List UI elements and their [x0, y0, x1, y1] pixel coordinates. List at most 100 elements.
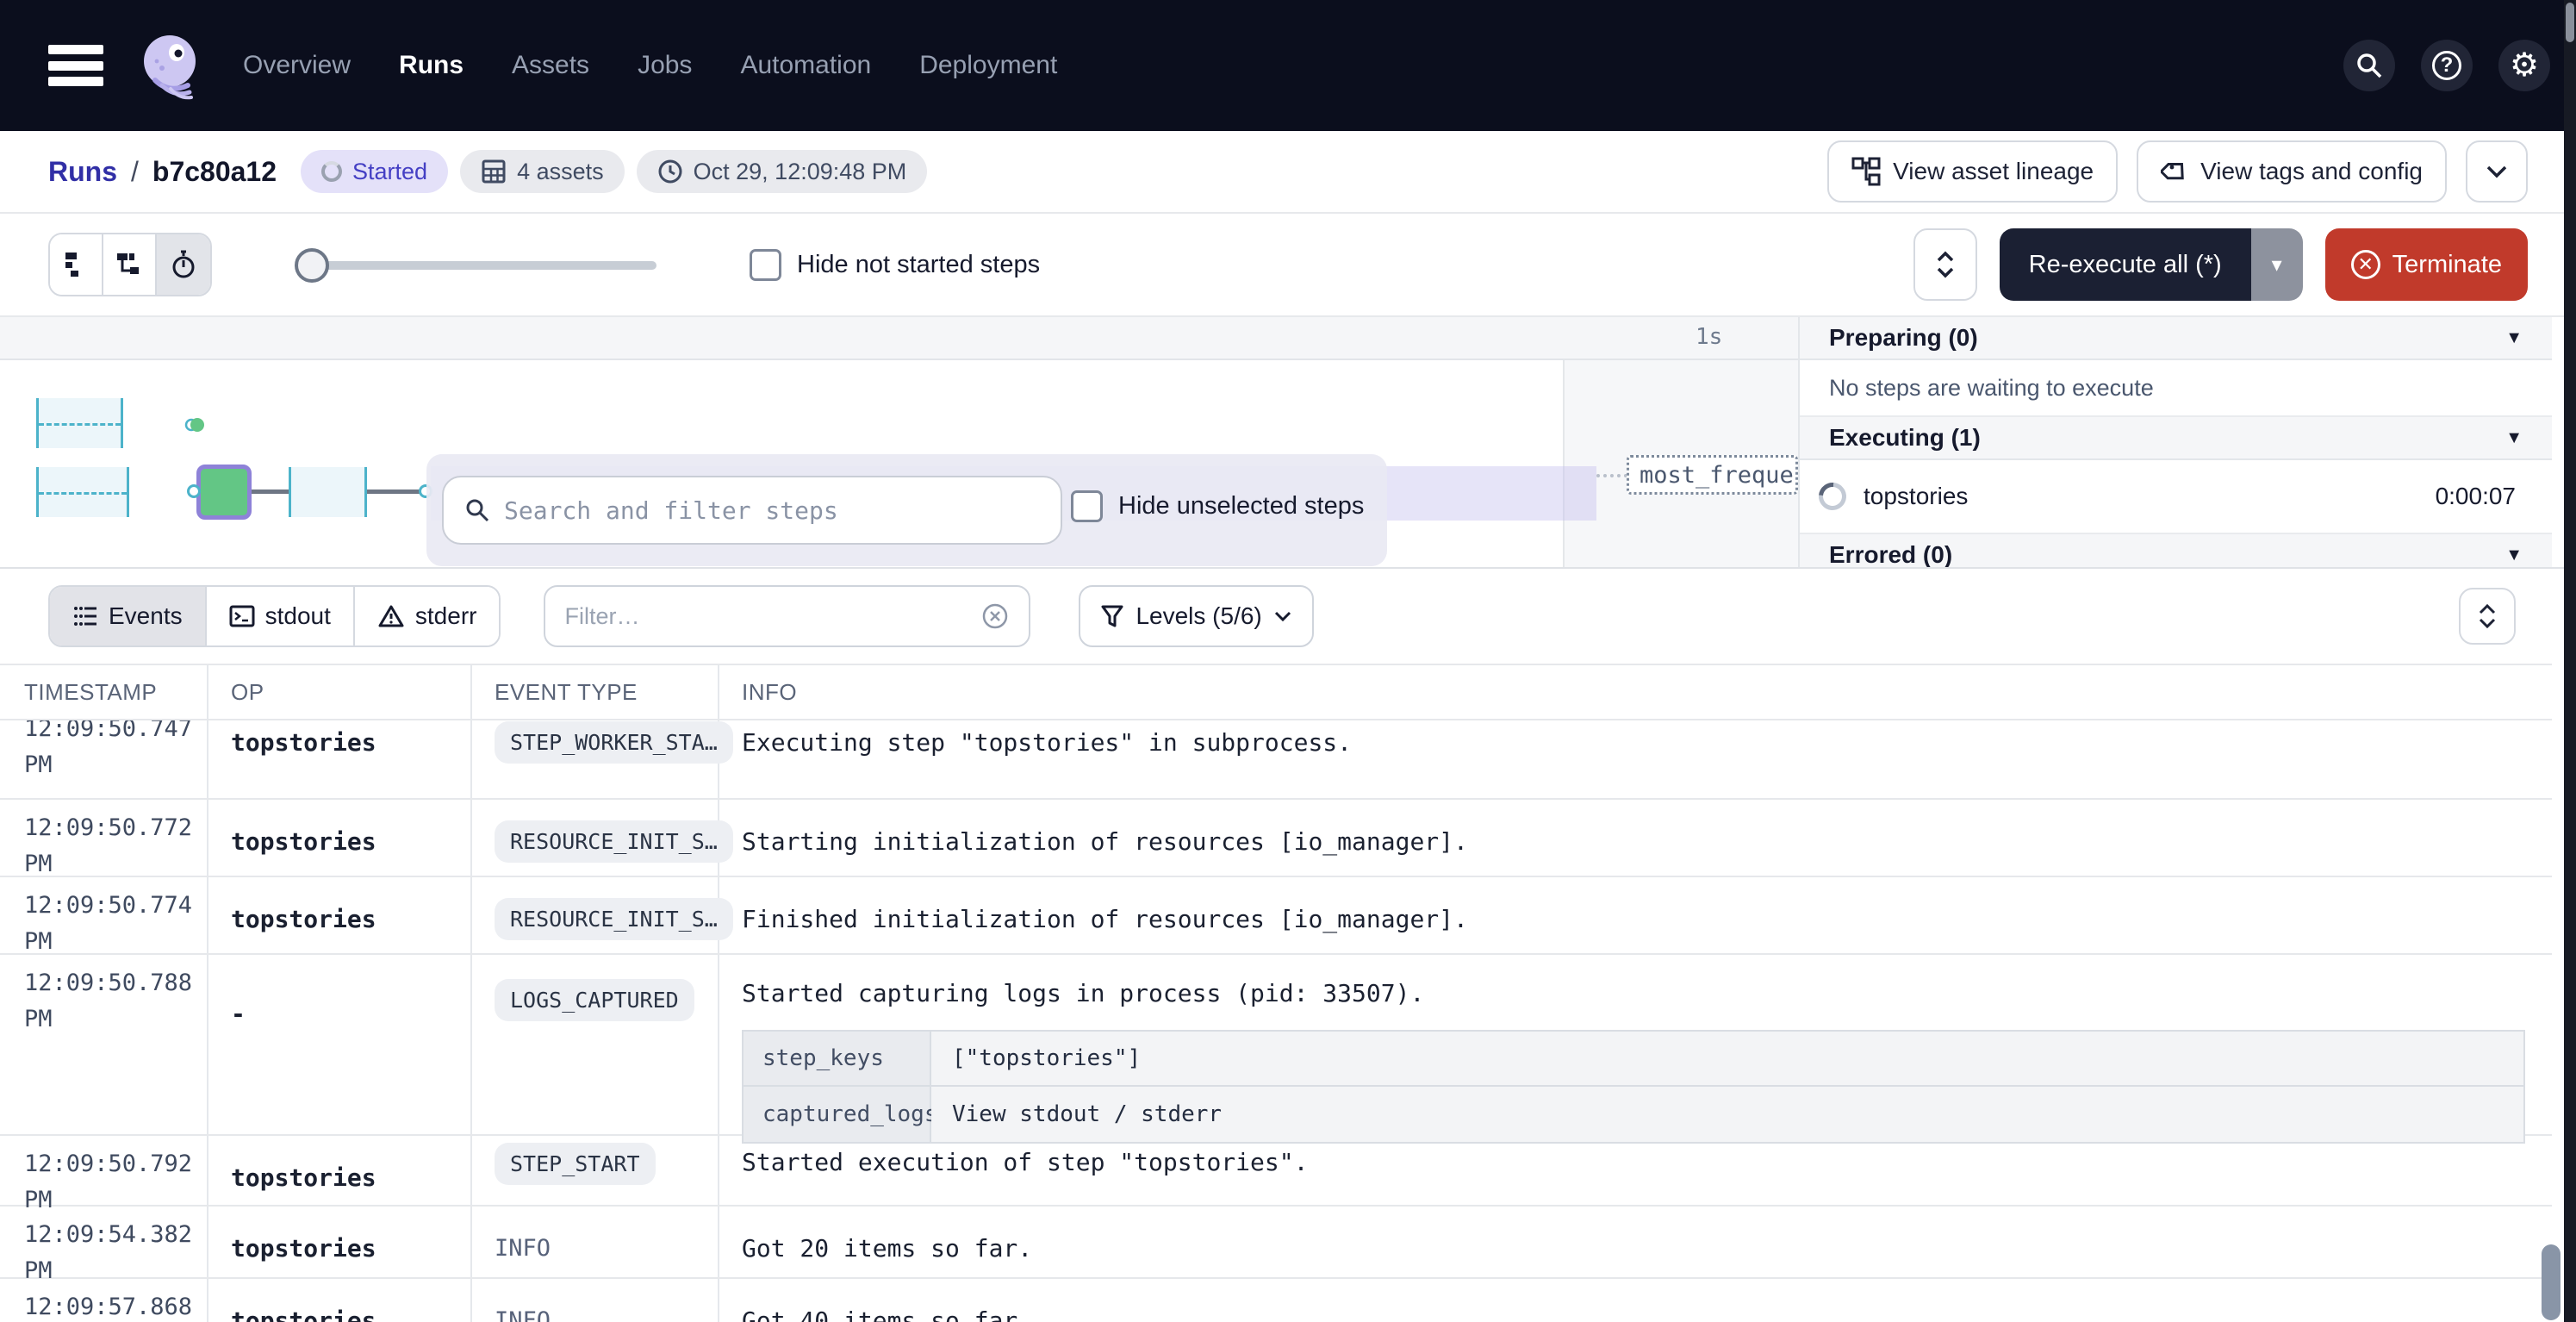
checkbox-unchecked[interactable]	[1071, 490, 1103, 522]
log-row[interactable]: 12:09:50.788PM - LOGS_CAPTURED Started c…	[0, 955, 2552, 1136]
slider-track[interactable]	[295, 261, 656, 270]
gantt-step-dot[interactable]	[184, 417, 208, 433]
header-more-dropdown-button[interactable]	[2466, 140, 2528, 203]
levels-dropdown[interactable]: Levels (5/6)	[1079, 585, 1313, 647]
row-height-toggle-button[interactable]	[1913, 228, 1977, 301]
tab-stderr[interactable]: stderr	[355, 587, 500, 645]
reexecute-dropdown-button[interactable]: ▾	[2251, 228, 2303, 301]
log-filter-input[interactable]: Filter…	[544, 585, 1030, 647]
log-row[interactable]: 12:09:50.774PM topstories RESOURCE_INIT_…	[0, 877, 2552, 955]
page-scrollbar-track[interactable]	[2564, 0, 2576, 1322]
hamburger-menu-icon[interactable]	[48, 45, 103, 86]
flat-view-button[interactable]	[50, 234, 103, 295]
top-nav: Overview Runs Assets Jobs Automation Dep…	[0, 0, 2576, 131]
step-state-panel: Preparing (0) ▼ No steps are waiting to …	[1798, 317, 2552, 569]
panel-section-preparing[interactable]: Preparing (0) ▼	[1800, 317, 2552, 360]
tab-events[interactable]: Events	[50, 587, 207, 645]
event-type-badge: LOGS_CAPTURED	[495, 979, 694, 1021]
event-type-badge: RESOURCE_INIT_S…	[495, 820, 733, 863]
gantt-step-box-most-frequent[interactable]: most_frequent_	[1627, 455, 1798, 495]
metadata-row: step_keys ["topstories"]	[744, 1032, 2523, 1087]
log-row[interactable]: 12:09:50.747PM topstories STEP_WORKER_ST…	[0, 720, 2552, 800]
col-header-op[interactable]: OP	[207, 679, 470, 706]
chevron-down-icon	[1274, 611, 1291, 622]
dagster-logo-icon[interactable]	[136, 30, 207, 101]
settings-button[interactable]: ⚙	[2498, 40, 2550, 91]
panel-section-executing[interactable]: Executing (1) ▼	[1800, 417, 2552, 460]
status-badge[interactable]: Started	[301, 150, 448, 193]
run-id: b7c80a12	[152, 156, 277, 188]
gear-icon: ⚙	[2510, 49, 2539, 82]
stopwatch-icon	[169, 249, 198, 280]
assets-grid-icon	[481, 159, 507, 184]
nav-item-runs[interactable]: Runs	[399, 51, 464, 80]
breadcrumb-runs-link[interactable]: Runs	[48, 156, 117, 188]
gantt-step-box-topstories-selected[interactable]	[196, 465, 252, 520]
chevron-down-icon: ▼	[2505, 546, 2523, 565]
funnel-icon	[1101, 604, 1123, 628]
log-scrollbar-thumb[interactable]	[2542, 1244, 2560, 1320]
log-tabs: Events stdout stderr	[48, 585, 501, 647]
search-button[interactable]	[2343, 40, 2395, 91]
spinner-icon	[321, 161, 342, 182]
view-stdout-stderr-link[interactable]: View stdout / stderr	[931, 1087, 2523, 1142]
executing-step-row[interactable]: topstories 0:00:07	[1800, 460, 2552, 534]
nav-item-automation[interactable]: Automation	[740, 51, 871, 80]
flat-list-icon	[62, 250, 90, 279]
waterfall-view-button[interactable]	[103, 234, 157, 295]
tab-stdout[interactable]: stdout	[207, 587, 355, 645]
log-filter-placeholder: Filter…	[564, 603, 639, 630]
event-type-badge: STEP_WORKER_STA…	[495, 721, 733, 764]
waterfall-icon	[115, 250, 144, 279]
hide-unselected-checkbox[interactable]: Hide unselected steps	[1071, 490, 1364, 522]
zoom-slider[interactable]	[295, 233, 656, 296]
events-list-icon	[72, 604, 98, 628]
timed-view-button[interactable]	[157, 234, 210, 295]
run-header: Runs / b7c80a12 Started 4 assets Oct 29,…	[0, 131, 2576, 214]
gantt-toolbar: Hide not started steps Re-execute all (*…	[0, 214, 2576, 317]
preparing-empty-row: No steps are waiting to execute	[1800, 360, 2552, 417]
warning-triangle-icon	[377, 604, 405, 628]
gantt-dotted-leader	[1596, 474, 1627, 477]
chevron-down-icon: ▼	[2505, 328, 2523, 348]
step-search-input[interactable]: Search and filter steps	[442, 476, 1062, 545]
panel-section-errored[interactable]: Errored (0) ▼	[1800, 534, 2552, 569]
col-header-event-type[interactable]: EVENT TYPE	[470, 679, 718, 706]
page-scrollbar-thumb[interactable]	[2566, 3, 2574, 42]
gantt-step-box-queued-1[interactable]	[36, 398, 123, 448]
gantt-step-box-running[interactable]	[289, 467, 367, 517]
slider-handle[interactable]	[295, 248, 329, 283]
nav-item-overview[interactable]: Overview	[243, 51, 351, 80]
gantt-io-dot-left	[187, 484, 201, 498]
gantt-chart: 1s Search and filter steps	[0, 317, 2576, 569]
event-log-table: TIMESTAMP OP EVENT TYPE INFO 12:09:50.74…	[0, 664, 2552, 1322]
assets-badge[interactable]: 4 assets	[460, 150, 625, 193]
event-type-badge: STEP_START	[495, 1143, 656, 1185]
log-row[interactable]: 12:09:50.772PM topstories RESOURCE_INIT_…	[0, 800, 2552, 877]
view-tags-config-button[interactable]: View tags and config	[2137, 140, 2447, 203]
event-type-text: INFO	[495, 1235, 551, 1262]
checkbox-unchecked[interactable]	[750, 249, 781, 281]
log-row[interactable]: 12:09:57.868PM topstories INFO Got 40 it…	[0, 1279, 2552, 1322]
start-time-badge: Oct 29, 12:09:48 PM	[637, 150, 928, 193]
gantt-step-box-queued-2[interactable]	[36, 467, 129, 517]
col-header-info[interactable]: INFO	[718, 679, 2552, 706]
reexecute-all-button[interactable]: Re-execute all (*)	[2000, 228, 2251, 301]
log-row[interactable]: 12:09:54.382PM topstories INFO Got 20 it…	[0, 1207, 2552, 1279]
search-icon	[2355, 51, 2384, 80]
events-toolbar: Events stdout stderr Filter…	[0, 569, 2576, 664]
expand-log-panel-button[interactable]	[2459, 588, 2516, 645]
view-asset-lineage-button[interactable]: View asset lineage	[1827, 140, 2118, 203]
help-button[interactable]: ?	[2421, 40, 2473, 91]
clear-filter-icon[interactable]	[980, 602, 1010, 631]
nav-item-deployment[interactable]: Deployment	[919, 51, 1057, 80]
event-type-text: INFO	[495, 1307, 551, 1322]
nav-item-jobs[interactable]: Jobs	[638, 51, 692, 80]
nav-item-assets[interactable]: Assets	[512, 51, 589, 80]
step-elapsed-time: 0:00:07	[2436, 483, 2516, 510]
terminate-button[interactable]: ✕ Terminate	[2325, 228, 2528, 301]
log-row[interactable]: 12:09:50.792PM topstories STEP_START Sta…	[0, 1136, 2552, 1207]
hide-not-started-checkbox[interactable]: Hide not started steps	[750, 249, 1040, 281]
col-header-timestamp[interactable]: TIMESTAMP	[0, 679, 207, 706]
tag-icon	[2161, 158, 2188, 185]
